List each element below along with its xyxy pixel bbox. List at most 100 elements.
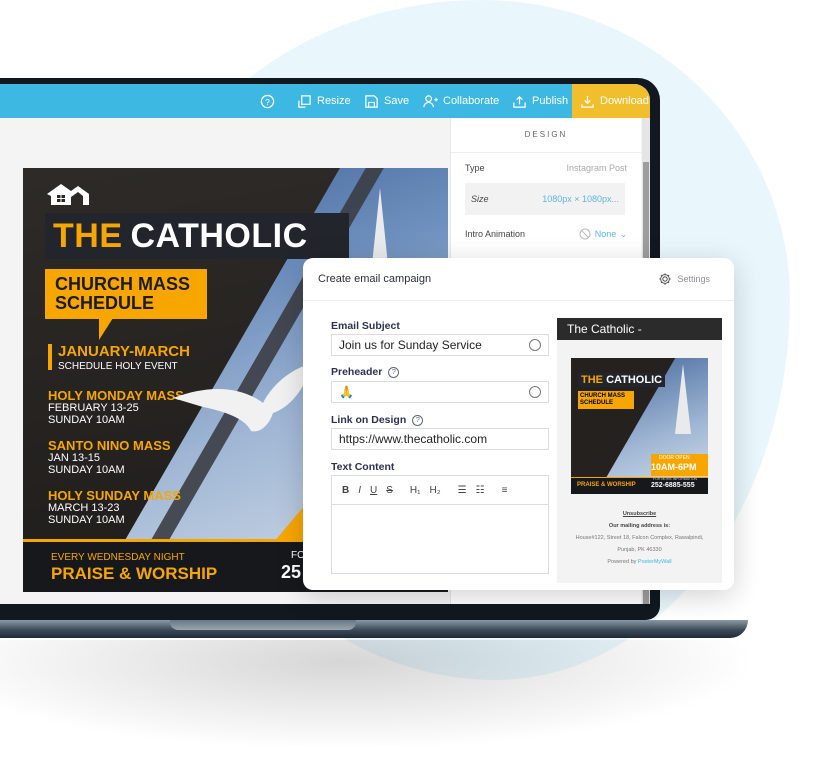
- text-content-label: Text Content: [331, 461, 395, 473]
- resize-label: Resize: [317, 95, 351, 107]
- thumb-title-catholic: CATHOLIC: [606, 374, 663, 386]
- email-subject-label: Email Subject: [331, 320, 400, 332]
- mass-item: SANTO NINO MASS JAN 13-15 SUNDAY 10AM: [48, 438, 171, 476]
- dove-image: [173, 363, 313, 432]
- save-label: Save: [384, 95, 410, 107]
- add-user-icon: [423, 94, 438, 107]
- intro-animation-dropdown[interactable]: None ⌄: [579, 228, 627, 240]
- preview-header: The Catholic -: [557, 318, 722, 340]
- ordered-list-button[interactable]: ☰: [458, 485, 467, 496]
- size-label: Size: [471, 194, 489, 204]
- resize-button[interactable]: Resize: [297, 84, 351, 118]
- footer-big-text: PRAISE & WORSHIP: [51, 564, 218, 583]
- mass-date: MARCH 13-23: [48, 502, 120, 514]
- preheader-label: Preheader?: [331, 366, 400, 378]
- mass-name: HOLY SUNDAY MASS: [48, 488, 181, 503]
- period-title: JANUARY-MARCH: [58, 343, 190, 360]
- preheader-label-text: Preheader: [331, 366, 383, 378]
- align-button[interactable]: ≡: [502, 485, 508, 496]
- subtitle-box: CHURCH MASS SCHEDULE: [45, 269, 207, 319]
- period-marker: [48, 344, 52, 370]
- download-button[interactable]: Download: [580, 84, 649, 118]
- mass-time: SUNDAY 10AM: [48, 464, 125, 476]
- resize-icon: [298, 94, 311, 108]
- thumb-subtitle: CHURCH MASS SCHEDULE: [578, 391, 634, 409]
- church-logo-icon: [47, 184, 89, 205]
- help-icon[interactable]: ?: [412, 414, 424, 426]
- thumb-door-open: DOOR OPEN: [659, 455, 690, 461]
- publish-button[interactable]: Publish: [512, 84, 568, 118]
- link-on-design-label: Link on Design?: [331, 414, 424, 426]
- strikethrough-button[interactable]: S: [386, 485, 393, 496]
- postermywall-link[interactable]: PosterMyWall: [638, 559, 672, 565]
- address-line-2: Punjab, PK 46330: [617, 547, 662, 553]
- mass-time: SUNDAY 10AM: [48, 514, 125, 526]
- heading1-button[interactable]: H₁: [410, 485, 421, 496]
- preview-footer: Unsubscribe Our mailing address is: Hous…: [557, 508, 722, 568]
- thumb-hours: 10AM-6PM: [651, 462, 697, 472]
- preheader-value: 🙏: [339, 385, 354, 399]
- powered-by: Powered by PosterMyWall: [557, 556, 722, 568]
- poster-title: THE CATHOLIC: [45, 213, 349, 259]
- help-button[interactable]: ?: [260, 84, 275, 118]
- speech-tail: [99, 318, 113, 340]
- design-panel-title: DESIGN: [451, 118, 641, 153]
- underline-button[interactable]: U: [370, 485, 377, 496]
- preheader-input[interactable]: 🙏: [331, 381, 549, 403]
- modal-title: Create email campaign: [318, 273, 432, 285]
- upload-icon: [513, 95, 526, 108]
- laptop-notch: [170, 620, 356, 630]
- mass-item: HOLY MONDAY MASS FEBRUARY 13-25 SUNDAY 1…: [48, 388, 184, 426]
- thumb-subtitle-1: CHURCH MASS: [580, 393, 625, 399]
- link-on-design-input[interactable]: https://www.thecatholic.com: [331, 428, 549, 450]
- title-the: THE: [53, 216, 123, 255]
- emoji-picker-icon[interactable]: [529, 339, 541, 351]
- italic-button[interactable]: I: [358, 485, 361, 496]
- top-toolbar: ? Resize Save Collaborate Publish Downlo…: [0, 84, 650, 118]
- thumb-phone: 252-6885-555: [651, 482, 695, 489]
- help-icon[interactable]: ?: [388, 366, 400, 378]
- bold-button[interactable]: B: [342, 485, 349, 496]
- settings-button[interactable]: Settings: [658, 272, 710, 286]
- intro-animation-row[interactable]: Intro Animation None ⌄: [451, 219, 641, 249]
- chevron-down-icon: ⌄: [620, 229, 627, 239]
- mass-name: HOLY MONDAY MASS: [48, 388, 184, 403]
- email-preview: The Catholic - THE CATHOLIC CHURCH MASS S…: [557, 318, 722, 583]
- size-row[interactable]: Size 1080px × 1080px...: [465, 183, 625, 215]
- laptop-shadow: [0, 640, 760, 750]
- period-subtitle: SCHEDULE HOLY EVENT: [58, 361, 178, 372]
- link-value: https://www.thecatholic.com: [339, 432, 488, 446]
- publish-label: Publish: [532, 95, 569, 107]
- gear-icon: [659, 273, 672, 285]
- editor-toolbar: B I U S H₁ H₂ ☰ ☷ ≡: [332, 476, 548, 505]
- mass-item: HOLY SUNDAY MASS MARCH 13-23 SUNDAY 10AM: [48, 488, 181, 526]
- download-icon: [581, 95, 594, 108]
- thumb-footer: PRAISE & WORSHIP: [577, 482, 636, 488]
- save-button[interactable]: Save: [364, 84, 409, 118]
- svg-text:?: ?: [265, 96, 270, 106]
- size-value[interactable]: 1080px × 1080px...: [542, 194, 619, 204]
- type-row: Type Instagram Post: [451, 153, 641, 183]
- mass-time: SUNDAY 10AM: [48, 414, 125, 426]
- thumb-title-the: THE: [581, 374, 603, 386]
- none-icon: [579, 228, 591, 240]
- email-subject-input[interactable]: Join us for Sunday Service: [331, 334, 549, 356]
- emoji-picker-icon[interactable]: [529, 386, 541, 398]
- unsubscribe-link[interactable]: Unsubscribe: [557, 508, 722, 520]
- type-value: Instagram Post: [566, 163, 627, 173]
- mass-name: SANTO NINO MASS: [48, 438, 171, 453]
- text-content-editor[interactable]: B I U S H₁ H₂ ☰ ☷ ≡: [331, 475, 549, 574]
- download-label: Download: [600, 95, 649, 107]
- phone-text: 25: [281, 562, 302, 582]
- heading2-button[interactable]: H₂: [430, 485, 441, 496]
- thumb-title: THE CATHOLIC: [578, 373, 666, 387]
- mass-date: FEBRUARY 13-25: [48, 402, 139, 414]
- collaborate-label: Collaborate: [443, 95, 500, 107]
- thumb-more-info: FOR MORE INFORMATION: [653, 477, 698, 481]
- collaborate-button[interactable]: Collaborate: [423, 84, 499, 118]
- powered-by-text: Powered by: [607, 559, 637, 565]
- mass-date: JAN 13-15: [48, 452, 100, 464]
- bullet-list-button[interactable]: ☷: [476, 485, 485, 496]
- type-label: Type: [465, 163, 485, 173]
- address-heading: Our mailing address is:: [608, 523, 671, 529]
